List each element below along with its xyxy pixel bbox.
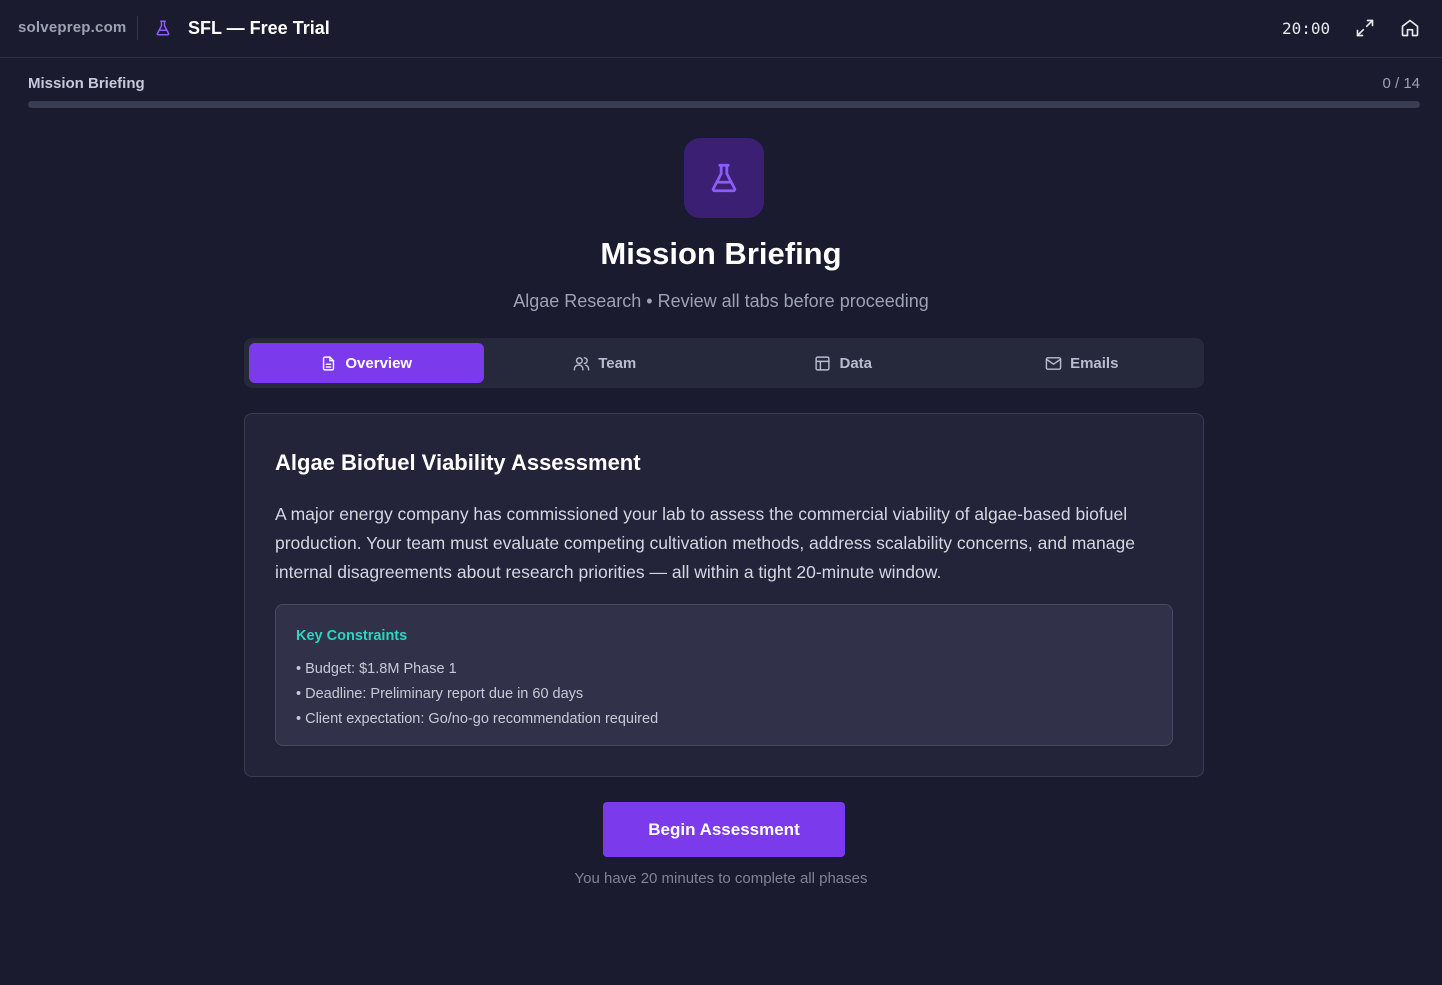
tab-label: Overview	[345, 354, 413, 372]
page-title: Mission Briefing	[600, 236, 842, 271]
overview-card: Algae Biofuel Viability Assessment A maj…	[244, 413, 1204, 777]
overview-body: A major energy company has commissioned …	[275, 504, 1135, 582]
page-subtitle: Algae Research • Review all tabs before …	[513, 291, 929, 311]
timer: 20:00	[1282, 19, 1331, 38]
overview-title: Algae Biofuel Viability Assessment	[275, 450, 641, 475]
tab-data[interactable]: Data	[726, 343, 961, 383]
progress-label: Mission Briefing	[28, 75, 145, 92]
tab-team[interactable]: Team	[488, 343, 723, 383]
header-divider	[137, 16, 138, 40]
top-bar: solveprep.com SFL — Free Trial 20:00	[0, 0, 1442, 58]
document-icon	[323, 355, 335, 371]
home-icon[interactable]	[1400, 18, 1420, 38]
key-constraints-box: Key Constraints • Budget: $1.8M Phase 1 …	[275, 604, 1173, 746]
constraints-list: • Budget: $1.8M Phase 1 • Deadline: Prel…	[296, 657, 658, 732]
expand-icon[interactable]	[1355, 18, 1375, 38]
tab-label: Data	[839, 354, 872, 372]
hero-flask-badge	[684, 138, 764, 218]
site-name: solveprep.com	[18, 19, 127, 36]
tab-label: Emails	[1070, 354, 1119, 372]
flask-icon	[156, 20, 170, 36]
list-item: • Budget: $1.8M Phase 1	[296, 661, 457, 677]
users-icon	[573, 356, 590, 371]
briefing-tabs: Overview Team Data Emails	[244, 338, 1204, 388]
begin-assessment-button[interactable]: Begin Assessment	[603, 802, 845, 857]
constraints-title: Key Constraints	[296, 628, 408, 644]
list-item: • Client expectation: Go/no-go recommend…	[296, 711, 659, 727]
tab-label: Team	[598, 354, 637, 372]
progress-bar	[28, 101, 1420, 108]
list-item: • Deadline: Preliminary report due in 60…	[296, 686, 584, 702]
tab-emails[interactable]: Emails	[965, 343, 1200, 383]
progress-count: 0 / 14	[1382, 75, 1420, 92]
table-icon	[815, 355, 831, 371]
app-title: SFL — Free Trial	[188, 18, 330, 38]
mail-icon	[1045, 356, 1062, 370]
time-note: You have 20 minutes to complete all phas…	[574, 870, 868, 887]
tab-overview[interactable]: Overview	[249, 343, 484, 383]
flask-icon	[711, 163, 737, 193]
